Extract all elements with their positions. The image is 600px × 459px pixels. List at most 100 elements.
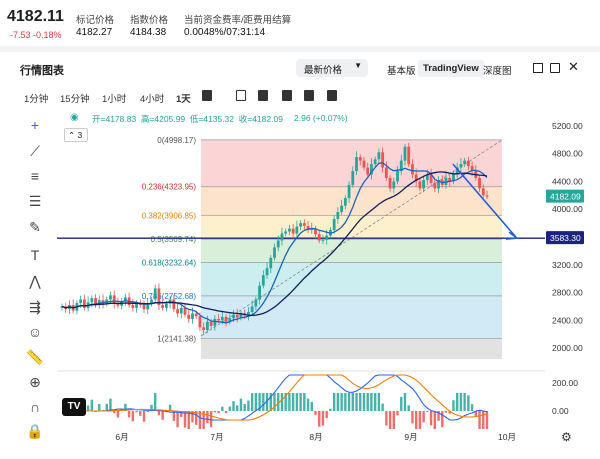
candle-body <box>209 321 213 326</box>
candle-body <box>198 316 202 328</box>
candle-body <box>164 303 168 308</box>
histogram-bar <box>336 393 340 411</box>
histogram-bar <box>325 411 328 419</box>
candle-body <box>332 218 336 231</box>
candle-body <box>131 305 135 308</box>
candle-body <box>179 307 183 314</box>
candle-body <box>194 313 198 317</box>
candle-body <box>481 188 485 196</box>
fib-label: 0(4998.17) <box>157 136 196 145</box>
histogram-bar <box>455 393 459 411</box>
candle-body <box>232 314 235 319</box>
oscillator-pane: 200.00 0.00 <box>57 370 578 429</box>
histogram-bar <box>280 393 284 411</box>
histogram-bar <box>385 411 388 426</box>
candle-body <box>217 318 220 321</box>
legend-eye-icon[interactable]: ◉ <box>70 112 79 123</box>
candle-body <box>258 285 261 300</box>
histogram-bar <box>154 393 157 411</box>
histogram-bar <box>90 399 94 411</box>
legend-collapse[interactable]: ⌃ 3 <box>64 128 88 142</box>
candle-body <box>205 321 209 331</box>
histogram-bar <box>232 401 235 411</box>
time-tick: 10月 <box>498 432 516 442</box>
candle-body <box>340 205 344 212</box>
histogram-bar <box>470 404 474 411</box>
histogram-bar <box>366 393 369 411</box>
histogram-bar <box>344 393 347 411</box>
histogram-bar <box>142 411 146 422</box>
histogram-bar <box>247 400 250 411</box>
candle-body <box>373 159 377 165</box>
candle-body <box>317 234 321 241</box>
fib-label: 0.382(3906.85) <box>142 212 197 221</box>
chart-settings-icon[interactable]: ⚙ <box>561 430 572 444</box>
candle-body <box>358 157 362 161</box>
price-tick: 4400.00 <box>552 176 583 186</box>
candle-body <box>384 167 388 178</box>
histogram-bar <box>135 411 138 413</box>
candle-body <box>411 164 414 175</box>
histogram-bar <box>310 401 313 411</box>
histogram-bar <box>112 411 116 414</box>
histogram-bar <box>373 393 377 411</box>
histogram-bar <box>299 393 302 411</box>
candle-body <box>302 223 306 226</box>
histogram-bar <box>131 411 135 422</box>
candle-body <box>321 239 325 241</box>
tradingview-logo: TV <box>62 398 86 416</box>
histogram-bar <box>370 393 373 411</box>
histogram-bar <box>224 411 228 414</box>
histogram-bar <box>422 411 425 423</box>
histogram-bar <box>351 393 354 411</box>
candle-body <box>254 299 258 307</box>
candle-body <box>351 171 355 185</box>
price-tick: 4000.00 <box>552 204 583 214</box>
histogram-bar <box>441 411 444 428</box>
time-axis[interactable]: 6月 7月 8月 9月 10月 <box>115 432 516 442</box>
histogram-bar <box>288 393 291 411</box>
osc-tick: 0.00 <box>552 406 569 416</box>
candle-body <box>142 305 146 310</box>
candle-body <box>269 257 273 269</box>
candle-body <box>325 235 329 240</box>
histogram-bar <box>355 393 358 411</box>
candle-body <box>183 307 187 315</box>
histogram-bar <box>418 411 422 429</box>
histogram-bar <box>426 411 429 412</box>
candle-body <box>82 299 86 308</box>
histogram-bar <box>403 393 407 411</box>
histogram-bar <box>362 393 366 411</box>
legend-ohlc: 开=4178.83 高=4205.99 低=4135.32 收=4182.09 <box>92 114 283 124</box>
histogram-bar <box>213 411 217 413</box>
candle-body <box>109 295 112 300</box>
candle-body <box>485 195 489 197</box>
time-tick: 9月 <box>404 432 417 442</box>
candle-body <box>295 226 299 234</box>
histogram-bar <box>127 411 131 418</box>
candle-body <box>418 181 422 189</box>
price-tick: 4800.00 <box>552 149 583 159</box>
fib-label: 1(2141.38) <box>157 334 196 343</box>
histogram-bar <box>359 393 362 411</box>
histogram-bar <box>321 411 325 426</box>
histogram-bar <box>228 406 231 411</box>
histogram-bar <box>459 393 463 411</box>
candle-body <box>433 182 437 189</box>
candle-body <box>284 231 288 234</box>
histogram-bar <box>139 411 142 416</box>
candle-body <box>459 164 463 168</box>
histogram-bar <box>392 411 395 429</box>
time-tick: 6月 <box>115 432 128 442</box>
candle-body <box>112 295 116 304</box>
histogram-bar <box>411 411 414 424</box>
candle-body <box>220 316 224 321</box>
candle-body <box>407 146 411 165</box>
price-chart[interactable]: 0(4998.17) 0.236(4323.95) 0.382(3906.85) 0.… <box>0 0 600 459</box>
candle-body <box>336 212 340 219</box>
fib-label: 0.786(2752.68) <box>142 292 197 301</box>
histogram-bar <box>478 411 481 429</box>
candle-body <box>250 306 254 312</box>
histogram-bar <box>414 411 418 429</box>
candle-body <box>381 152 385 168</box>
